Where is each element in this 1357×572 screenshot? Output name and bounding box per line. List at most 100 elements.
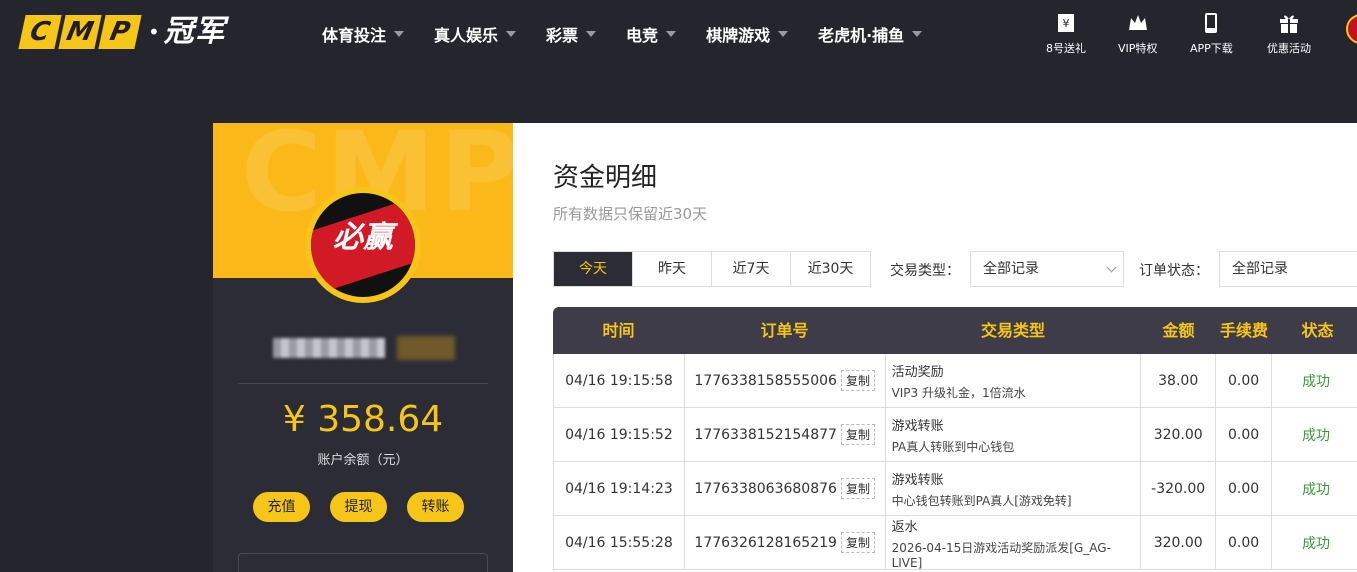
order-status-label: 订单状态： <box>1139 263 1209 279</box>
tab-yesterday[interactable]: 昨天 <box>633 252 712 286</box>
table-row: 04/16 19:15:58 1776338158555006 复制 活动奖励 VI… <box>553 354 1357 408</box>
chevron-down-icon <box>1106 262 1117 273</box>
quick-link-vip[interactable]: VIP特权 <box>1118 12 1157 56</box>
column-header-order: 订单号 <box>760 321 809 340</box>
nav-item-label: 彩票 <box>546 26 579 45</box>
gift-box-icon: ¥ <box>1058 14 1074 32</box>
avatar-text: 必赢 <box>333 220 393 255</box>
column-header-status: 状态 <box>1301 321 1334 340</box>
cell-time: 04/16 19:15:52 <box>554 408 685 461</box>
logo-dot: • <box>148 20 160 44</box>
cell-fee: 0.00 <box>1216 408 1273 461</box>
cell-order: 1776326128165219 复制 <box>685 516 886 569</box>
table-row: 04/16 19:14:23 1776338063680876 复制 游戏转账 中心… <box>553 462 1357 516</box>
crown-icon <box>1128 15 1147 30</box>
table-header: 时间 订单号 交易类型 金额 手续费 状态 <box>553 307 1357 354</box>
logo-chinese-name: 冠军 <box>163 14 226 49</box>
deposit-button[interactable]: 充值 <box>253 492 310 522</box>
copy-button[interactable]: 复制 <box>840 532 875 553</box>
page-subtitle: 所有数据只保留近30天 <box>553 205 708 223</box>
nav-item-live-casino[interactable]: 真人娱乐 <box>434 22 517 46</box>
order-number: 1776338152154877 <box>694 426 837 443</box>
quick-link-label: 8号送礼 <box>1046 42 1086 55</box>
select-value: 全部记录 <box>983 261 1039 277</box>
cell-order: 1776338158555006 复制 <box>685 354 886 407</box>
cell-time: 04/16 15:55:28 <box>554 516 685 569</box>
column-header-time: 时间 <box>602 321 635 340</box>
transaction-type-label: 交易类型： <box>890 263 960 279</box>
cell-fee: 0.00 <box>1216 462 1273 515</box>
logo-letter: P <box>98 15 142 49</box>
order-status-select[interactable]: 全部记录 <box>1219 251 1357 287</box>
cell-amount: 320.00 <box>1141 408 1217 461</box>
transactions-table: 时间 订单号 交易类型 金额 手续费 状态 04/16 19:15:58 177… <box>553 307 1357 570</box>
site-logo[interactable]: C M P • 冠军 <box>18 14 226 50</box>
quick-link-label: VIP特权 <box>1118 42 1158 55</box>
tab-last-30-days[interactable]: 近30天 <box>791 252 870 286</box>
cell-amount: 38.00 <box>1141 354 1217 407</box>
nav-item-label: 体育投注 <box>322 26 387 45</box>
fund-details-panel: 资金明细 所有数据只保留近30天 今天 昨天 近7天 近30天 交易类型： 全部… <box>513 123 1357 572</box>
cell-status: 成功 <box>1302 373 1331 390</box>
column-header-amount: 金额 <box>1162 321 1195 340</box>
page-title: 资金明细 <box>553 163 658 193</box>
chevron-down-icon <box>778 31 789 37</box>
phone-icon <box>1205 13 1218 33</box>
withdraw-button[interactable]: 提现 <box>330 492 387 522</box>
transaction-type: 活动奖励 <box>891 364 944 380</box>
cell-status: 成功 <box>1302 481 1331 498</box>
account-balance: ¥ 358.64 <box>282 399 444 440</box>
table-row: 04/16 15:55:28 1776326128165219 复制 返水 2026… <box>553 516 1357 570</box>
nav-item-label: 老虎机·捕鱼 <box>818 26 905 45</box>
balance-label: 账户余额（元） <box>317 453 409 468</box>
select-value: 全部记录 <box>1232 261 1288 277</box>
cell-type: 游戏转账 PA真人转账到中心钱包 <box>886 408 1142 461</box>
cell-type: 游戏转账 中心钱包转账到PA真人[游戏免转] <box>886 462 1142 515</box>
transfer-button[interactable]: 转账 <box>407 492 464 522</box>
column-header-type: 交易类型 <box>980 321 1045 340</box>
quick-link-gift[interactable]: ¥ 8号送礼 <box>1046 12 1086 56</box>
quick-link-label: 优惠活动 <box>1267 42 1311 55</box>
table-row: 04/16 19:15:52 1776338152154877 复制 游戏转账 PA… <box>553 408 1357 462</box>
user-avatar[interactable] <box>1346 14 1357 44</box>
transaction-type-select[interactable]: 全部记录 <box>970 251 1124 287</box>
nav-item-slots-fishing[interactable]: 老虎机·捕鱼 <box>818 22 923 46</box>
cell-amount: -320.00 <box>1141 462 1217 515</box>
cell-type: 活动奖励 VIP3 升级礼金，1倍流水 <box>886 354 1142 407</box>
cell-order: 1776338063680876 复制 <box>685 462 886 515</box>
logo-letter: C <box>18 15 62 49</box>
transaction-type: 游戏转账 <box>891 418 944 434</box>
nav-item-card-games[interactable]: 棋牌游戏 <box>706 22 789 46</box>
avatar-image: 必赢 <box>311 193 415 297</box>
nav-item-sports[interactable]: 体育投注 <box>322 22 405 46</box>
chevron-down-icon <box>912 31 923 37</box>
transaction-description: 2026-04-15日游戏活动奖励派发[G_AG-LIVE] <box>891 540 1111 570</box>
transaction-type: 返水 <box>891 519 918 535</box>
cell-fee: 0.00 <box>1216 516 1273 569</box>
top-navbar: C M P • 冠军 体育投注 真人娱乐 彩票 电竞 棋牌游戏 老虎机·捕鱼 ¥… <box>0 0 1357 66</box>
order-number: 1776338063680876 <box>694 480 837 497</box>
copy-button[interactable]: 复制 <box>840 478 875 499</box>
cell-time: 04/16 19:15:58 <box>554 354 685 407</box>
cell-type: 返水 2026-04-15日游戏活动奖励派发[G_AG-LIVE] <box>886 516 1142 570</box>
nav-item-lottery[interactable]: 彩票 <box>546 22 597 46</box>
quick-link-promotions[interactable]: 优惠活动 <box>1267 12 1311 56</box>
profile-menu-box[interactable] <box>238 553 488 572</box>
cell-order: 1776338152154877 复制 <box>685 408 886 461</box>
logo-cmp-letters: C M P <box>18 15 142 49</box>
nav-item-esports[interactable]: 电竞 <box>626 22 677 46</box>
tab-last-7-days[interactable]: 近7天 <box>712 252 791 286</box>
order-number: 1776326128165219 <box>694 534 837 551</box>
quick-link-label: APP下载 <box>1190 42 1233 55</box>
date-range-tabs: 今天 昨天 近7天 近30天 <box>553 251 871 287</box>
tab-today[interactable]: 今天 <box>554 252 633 286</box>
copy-button[interactable]: 复制 <box>840 424 875 445</box>
quick-link-app[interactable]: APP下载 <box>1190 12 1233 56</box>
profile-avatar: 必赢 <box>305 187 421 303</box>
chevron-down-icon <box>586 31 597 37</box>
profile-panel: CMP 必赢 ¥ 358.64 账户余额（元） 充值 提现 转账 <box>213 123 513 572</box>
copy-button[interactable]: 复制 <box>840 370 875 391</box>
cell-amount: 320.00 <box>1141 516 1217 569</box>
transaction-description: VIP3 升级礼金，1倍流水 <box>891 385 1026 400</box>
column-header-fee: 手续费 <box>1219 321 1268 340</box>
